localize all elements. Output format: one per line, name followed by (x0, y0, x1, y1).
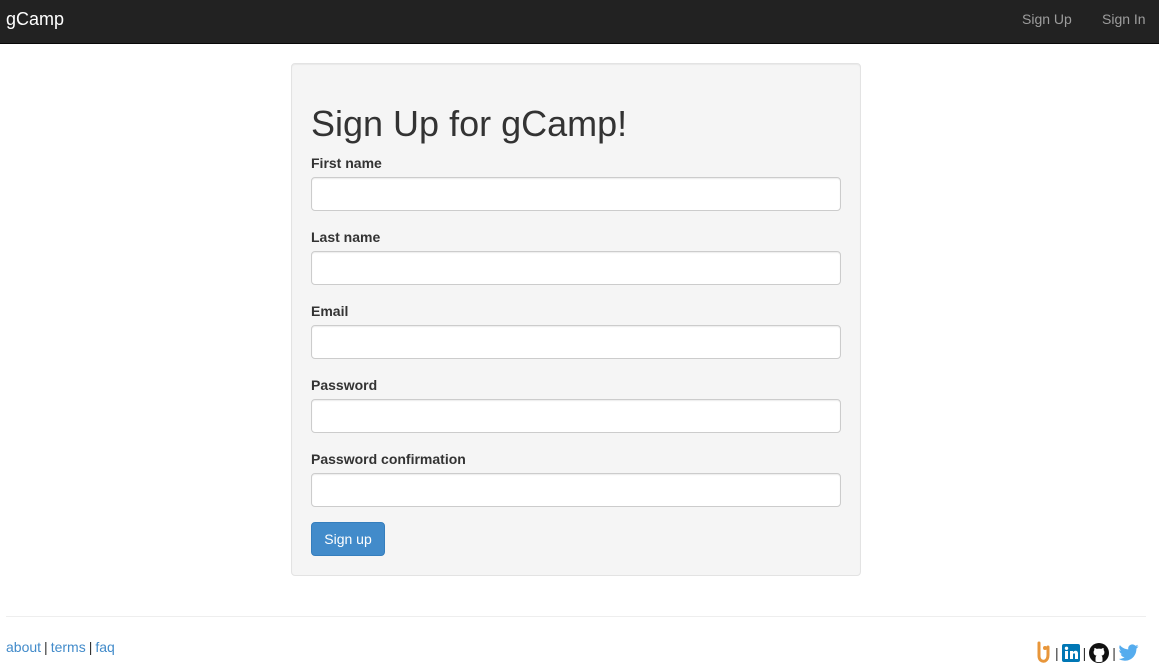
twitter-icon[interactable] (1118, 644, 1139, 662)
signup-form-panel: Sign Up for gCamp! First name Last name … (291, 63, 861, 576)
nav-sign-up-link[interactable]: Sign Up (1022, 11, 1072, 27)
footer-divider (6, 616, 1146, 617)
password-confirmation-label: Password confirmation (311, 451, 466, 467)
footer-terms-link[interactable]: terms (51, 639, 86, 655)
footer-faq-link[interactable]: faq (95, 639, 114, 655)
brand-link[interactable]: gCamp (6, 9, 64, 29)
social-separator: | (1082, 645, 1087, 661)
sign-up-button[interactable]: Sign up (311, 522, 385, 556)
page-title: Sign Up for gCamp! (311, 103, 628, 144)
password-label: Password (311, 377, 378, 393)
email-label: Email (311, 303, 349, 319)
gcamp-logo-icon[interactable] (1034, 640, 1052, 666)
footer-separator: | (88, 639, 93, 655)
first-name-input[interactable] (311, 177, 841, 211)
last-name-input[interactable] (311, 251, 841, 285)
email-input[interactable] (311, 325, 841, 359)
footer-links: about | terms | faq (6, 639, 115, 655)
social-links: | | | (1034, 640, 1139, 666)
github-icon[interactable] (1089, 643, 1110, 663)
linkedin-icon[interactable] (1061, 644, 1080, 662)
password-confirmation-input[interactable] (311, 473, 841, 507)
last-name-label: Last name (311, 229, 381, 245)
password-input[interactable] (311, 399, 841, 433)
social-separator: | (1055, 645, 1059, 661)
social-separator: | (1112, 645, 1116, 661)
first-name-label: First name (311, 155, 382, 171)
footer-about-link[interactable]: about (6, 639, 41, 655)
nav-sign-in-link[interactable]: Sign In (1102, 11, 1146, 27)
top-navbar: gCamp Sign Up Sign In (0, 0, 1159, 44)
footer-separator: | (44, 639, 48, 655)
